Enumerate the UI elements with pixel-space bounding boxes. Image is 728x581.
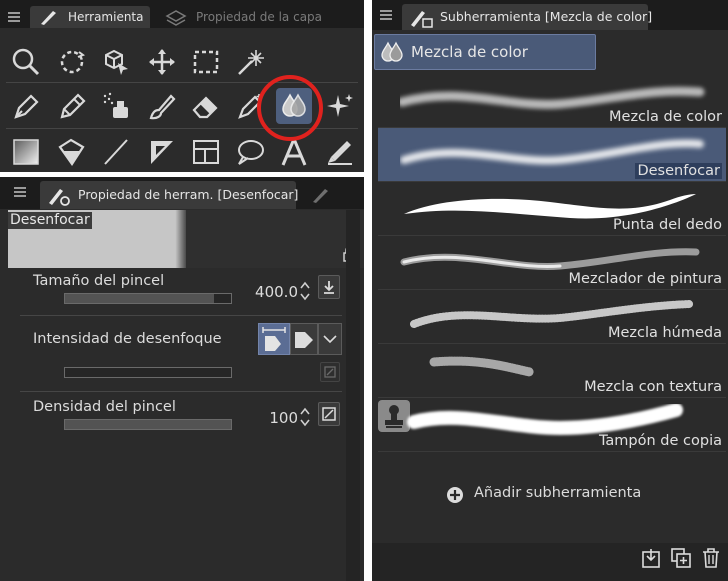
list-item[interactable]: Mezcla húmeda [378,290,726,344]
brush-icon[interactable] [144,88,180,124]
property-panel-tabbar: Propiedad de herram. [Desenfocar] [0,177,364,209]
subtool-group-button[interactable]: Mezcla de color [374,34,596,70]
subtool-tab-icon [411,11,433,28]
airbrush-icon[interactable] [98,88,134,124]
gradient-icon[interactable] [8,134,44,170]
move-icon[interactable] [144,44,180,80]
brush-density-slider[interactable] [64,419,232,430]
blur-intensity-slider[interactable] [64,367,232,378]
row-separator [20,391,342,392]
add-subtool-label: Añadir subherramienta [474,485,642,501]
blur-intensity-mode-button[interactable] [258,323,290,355]
panel-menu-icon[interactable] [8,12,20,22]
subtool-label: Mezcla húmeda [607,325,722,341]
property-scrollbar[interactable] [346,210,360,581]
subtool-label: Punta del dedo [612,217,722,233]
blur-intensity-dropdown[interactable] [318,323,342,355]
brush-preview: Desenfocar [8,210,364,268]
frame-icon[interactable] [188,134,224,170]
brush-size-download-button[interactable] [318,275,340,299]
tab-subherramienta[interactable]: Subherramienta [Mezcla de color] [402,4,652,30]
tab-herramienta[interactable]: Herramienta [30,6,150,28]
brush-size-label: Tamaño del pincel [33,273,165,289]
blur-mode-icon [262,327,286,351]
brush-size-slider[interactable] [64,293,232,304]
list-item[interactable]: Tampón de copia [378,398,726,452]
list-item[interactable]: Mezclador de pintura [378,236,726,290]
subtool-label: Mezclador de pintura [568,271,722,287]
tab-secondary[interactable] [300,181,340,209]
preview-label: Desenfocar [8,212,92,229]
plus-circle-icon [447,487,463,503]
pressure-disabled-icon [324,366,336,378]
layer-tab-icon [165,10,187,26]
brush-density-label: Densidad del pincel [33,399,176,415]
trash-icon[interactable] [700,547,722,569]
tool-panel: Herramienta Propiedad de la capa [0,0,364,172]
subtool-panel-tabbar: Subherramienta [Mezcla de color] [372,0,728,30]
blend-group-icon [381,41,403,62]
brush-density-pressure-button[interactable] [318,402,340,426]
duplicate-icon[interactable] [670,547,692,569]
list-item[interactable]: Punta del dedo [378,182,726,236]
ruler-icon[interactable] [144,134,180,170]
blur-mode-alt-icon [295,332,313,348]
pencil-icon[interactable] [54,88,90,124]
tool-property-panel: Propiedad de herram. [Desenfocar] Desenf… [0,177,364,581]
blur-intensity-label: Intensidad de desenfoque [33,331,222,347]
download-icon [324,281,334,294]
secondary-tab-icon [313,189,328,203]
tab-propiedad-herram[interactable]: Propiedad de herram. [Desenfocar] [40,181,299,209]
highlight-circle [257,75,323,141]
import-icon[interactable] [640,547,662,569]
pressure-icon [322,407,336,421]
chevron-down-icon [323,335,337,344]
subtool-group-label: Mezcla de color [411,43,528,61]
brush-size-value[interactable]: 400.0 [240,283,298,301]
line-icon[interactable] [98,134,134,170]
fill-icon[interactable] [54,134,90,170]
list-item[interactable]: Mezcla con textura [378,344,726,398]
subtool-label: Tampón de copia [598,433,722,449]
tab-propiedad-capa[interactable]: Propiedad de la capa [160,6,360,28]
subtool-bottom-toolbar [372,543,728,581]
tab-herramienta-label: Herramienta [68,10,144,24]
subtool-label: Mezcla de color [609,109,722,125]
subtool-panel-title: Subherramienta [Mezcla de color] [440,9,653,24]
tool-panel-tabbar: Herramienta Propiedad de la capa [0,0,364,28]
sparkle-icon[interactable] [322,88,358,124]
brush-size-spinner[interactable] [299,280,311,302]
eraser-icon[interactable] [188,88,224,124]
pen-icon[interactable] [8,88,44,124]
zoom-icon[interactable] [8,44,44,80]
selection-icon[interactable] [188,44,224,80]
panel-menu-icon[interactable] [14,187,26,197]
rotate-icon[interactable] [54,44,90,80]
blur-intensity-mode-alt[interactable] [290,323,318,355]
panel-menu-icon[interactable] [380,10,392,20]
tab-propiedad-capa-label: Propiedad de la capa [196,10,323,24]
brush-tab-icon [41,11,56,25]
subtool-label: Mezcla con textura [584,379,722,395]
brush-density-value[interactable]: 100 [240,409,298,427]
brush-density-spinner[interactable] [299,406,311,428]
correct-line-icon[interactable] [322,134,358,170]
list-item[interactable]: Mezcla de color [378,74,726,128]
blur-intensity-pressure-button[interactable] [320,362,340,382]
tool-property-icon [49,189,70,206]
property-panel-title: Propiedad de herram. [Desenfocar] [78,187,299,202]
list-item[interactable]: Desenfocar [378,128,726,182]
object-icon[interactable] [98,44,134,80]
subtool-panel: Subherramienta [Mezcla de color] Mezcla … [372,0,728,581]
row-separator [20,315,342,316]
subtool-label: Desenfocar [635,163,722,179]
